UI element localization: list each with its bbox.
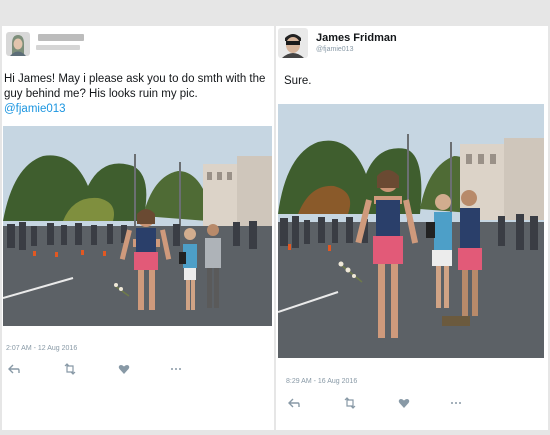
- tweet-photo-edited[interactable]: [278, 104, 544, 358]
- like-icon[interactable]: [396, 396, 412, 410]
- tweet-body: Hi James! May i please ask you to do smt…: [4, 72, 274, 117]
- reply-icon[interactable]: [6, 362, 22, 376]
- redacted-user-name: [38, 34, 84, 41]
- tweet-timestamp[interactable]: 8:29 AM - 16 Aug 2016: [286, 378, 357, 385]
- tweet-photo-original[interactable]: [3, 126, 272, 326]
- original-tweet-card: Hi James! May i please ask you to do smt…: [2, 26, 274, 430]
- user-avatar[interactable]: [278, 28, 308, 58]
- tweet-action-bar: [6, 362, 196, 376]
- retweet-icon[interactable]: [342, 396, 358, 410]
- like-icon[interactable]: [116, 362, 132, 376]
- reply-icon[interactable]: [286, 396, 302, 410]
- tweet-timestamp[interactable]: 2:07 AM - 12 Aug 2016: [6, 345, 77, 352]
- more-icon[interactable]: [168, 362, 184, 376]
- more-icon[interactable]: [448, 396, 464, 410]
- redacted-user-handle: [36, 45, 80, 50]
- mention-link[interactable]: @fjamie013: [4, 102, 274, 117]
- reply-tweet-card: James Fridman @fjamie013 Sure. 8:29 AM -…: [276, 26, 548, 430]
- user-handle[interactable]: @fjamie013: [316, 46, 353, 53]
- retweet-icon[interactable]: [62, 362, 78, 376]
- tweet-text: Sure.: [284, 75, 312, 87]
- tweet-action-bar: [286, 396, 476, 410]
- tweet-text: Hi James! May i please ask you to do smt…: [4, 73, 266, 100]
- user-avatar[interactable]: [6, 32, 30, 56]
- user-name[interactable]: James Fridman: [316, 32, 397, 44]
